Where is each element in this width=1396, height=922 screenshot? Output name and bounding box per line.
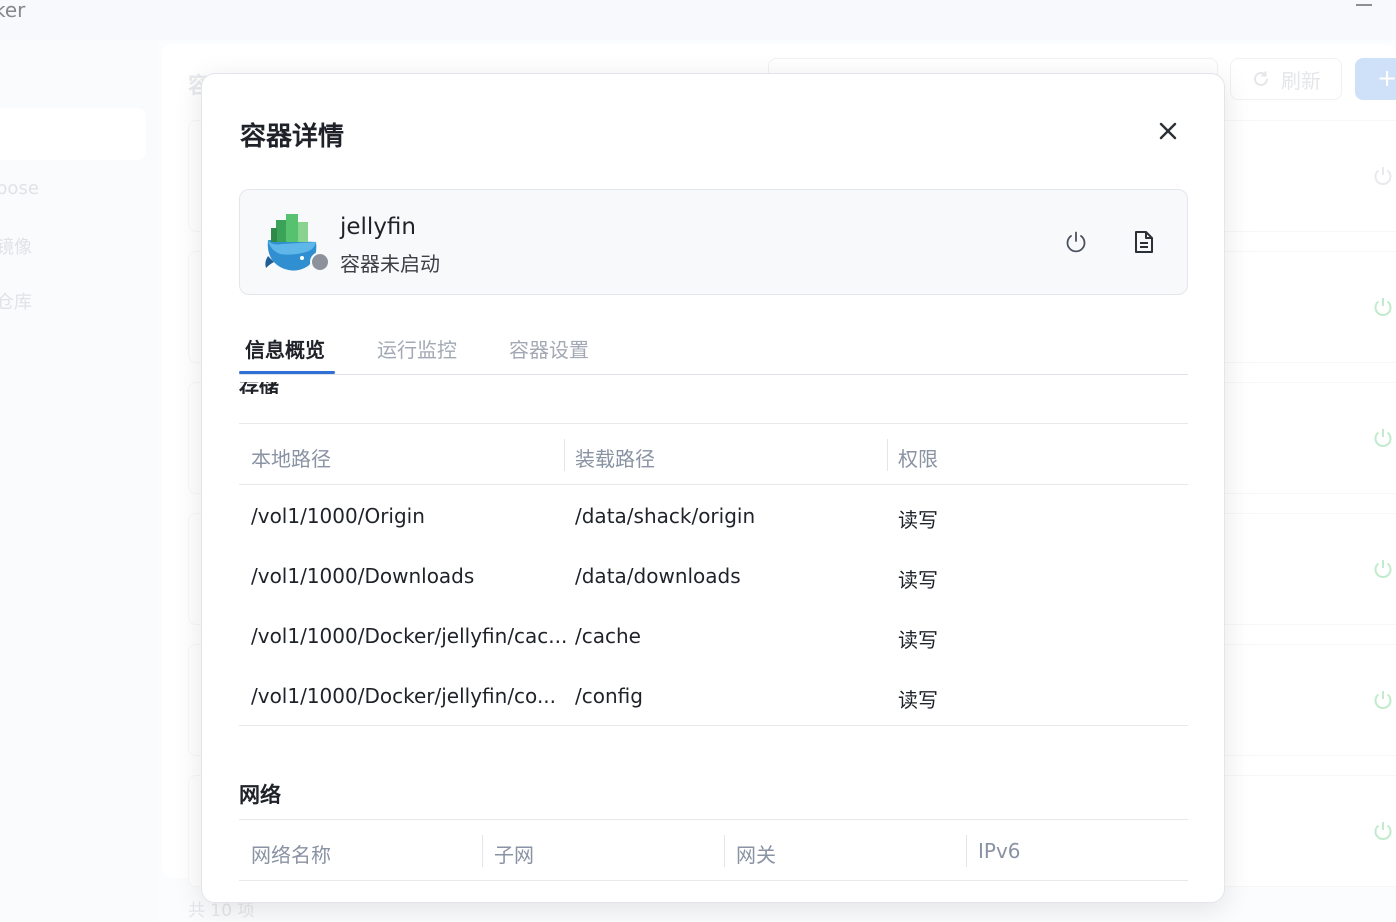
permission-cell: 读写 <box>898 688 938 712</box>
tab-overview[interactable]: 信息概览 <box>245 334 325 363</box>
status-indicator-icon <box>310 252 330 272</box>
local-path-cell: /vol1/1000/Origin <box>251 504 425 528</box>
column-header-local-path: 本地路径 <box>251 447 331 471</box>
power-icon[interactable] <box>1064 230 1088 254</box>
storage-section-title: 存储 <box>239 382 439 394</box>
mount-path-cell: /cache <box>575 624 641 648</box>
detail-tabs: 信息概览 运行监控 容器设置 <box>239 310 1188 375</box>
container-detail-dialog: 容器详情 jellyfin 容器未启动 信息概览 运行监控 容器设置 存储 本地… <box>201 73 1225 903</box>
mount-path-cell: /config <box>575 684 643 708</box>
column-divider <box>724 835 725 867</box>
column-header-network-name: 网络名称 <box>251 843 331 867</box>
column-header-gateway: 网关 <box>736 843 776 867</box>
container-status: 容器未启动 <box>340 252 440 276</box>
local-path-cell: /vol1/1000/Downloads <box>251 564 475 588</box>
divider <box>239 725 1188 726</box>
dialog-title: 容器详情 <box>240 122 345 152</box>
divider <box>239 880 1188 881</box>
column-header-ipv6: IPv6 <box>978 839 1021 863</box>
storage-title: 存储 <box>239 382 279 394</box>
local-path-cell: /vol1/1000/Docker/jellyfin/cac... <box>251 624 568 648</box>
permission-cell: 读写 <box>898 628 938 652</box>
local-path-cell: /vol1/1000/Docker/jellyfin/co... <box>251 684 557 708</box>
column-header-mount-path: 装载路径 <box>575 447 655 471</box>
mount-path-cell: /data/shack/origin <box>575 504 756 528</box>
column-divider <box>887 439 888 471</box>
permission-cell: 读写 <box>898 568 938 592</box>
divider <box>239 484 1188 485</box>
container-name: jellyfin <box>340 214 416 240</box>
divider <box>239 423 1188 424</box>
permission-cell: 读写 <box>898 508 938 532</box>
column-header-subnet: 子网 <box>494 843 534 867</box>
close-icon[interactable] <box>1157 120 1179 142</box>
container-summary-card: jellyfin 容器未启动 <box>239 189 1188 295</box>
tab-settings[interactable]: 容器设置 <box>509 334 589 363</box>
network-section-title: 网络 <box>239 783 281 807</box>
column-divider <box>966 835 967 867</box>
column-divider <box>564 439 565 471</box>
divider <box>239 819 1188 820</box>
column-divider <box>482 835 483 867</box>
column-header-permission: 权限 <box>898 447 938 471</box>
active-tab-indicator <box>239 371 335 374</box>
tab-monitor[interactable]: 运行监控 <box>377 334 457 363</box>
document-icon[interactable] <box>1133 230 1155 254</box>
overview-content[interactable]: 存储 本地路径 装载路径 权限 /vol1/1000/Origin /data/… <box>239 375 1188 902</box>
mount-path-cell: /data/downloads <box>575 564 741 588</box>
